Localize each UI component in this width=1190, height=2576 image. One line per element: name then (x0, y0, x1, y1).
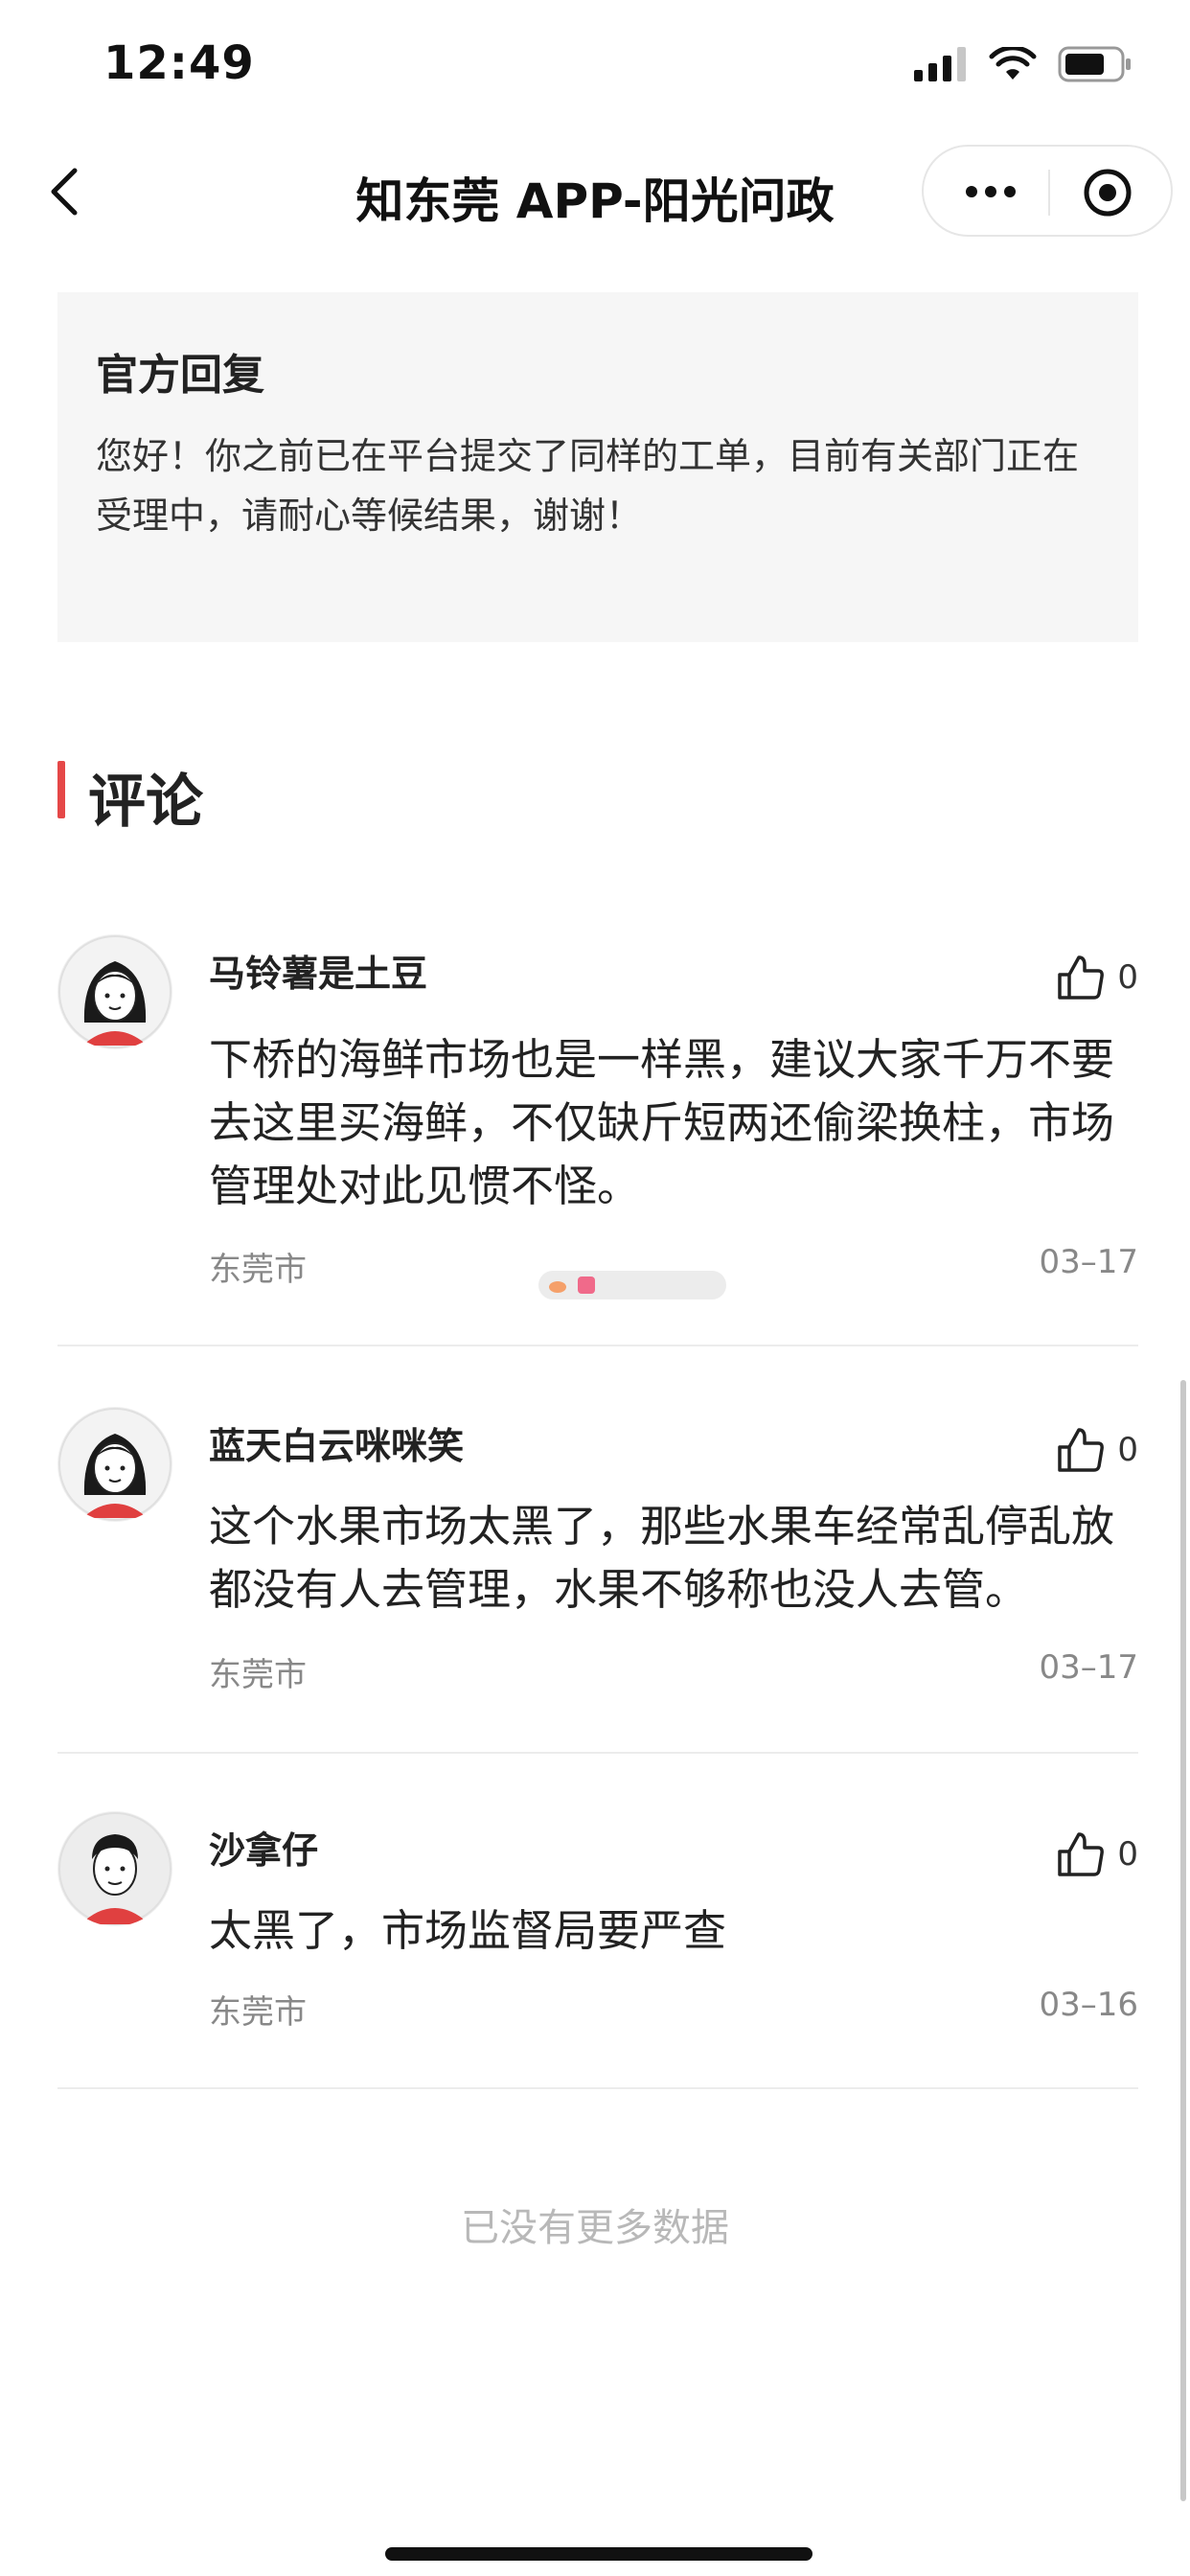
thumbs-up-icon (1058, 1428, 1105, 1472)
comment-location: 东莞市 (209, 1656, 307, 1694)
no-more-data-text: 已没有更多数据 (461, 2206, 729, 2250)
home-indicator[interactable] (385, 2547, 812, 2561)
female-avatar-icon (58, 1408, 172, 1521)
status-icons (914, 46, 1133, 82)
capsule-divider (1048, 170, 1050, 216)
comment-text: 太黑了，市场监督局要严查 (209, 1905, 727, 1956)
like-button[interactable]: 0 (1056, 954, 1138, 1001)
official-reply-card: 官方回复 您好！你之前已在平台提交了同样的工单，目前有关部门正在受理中，请耐心等… (57, 292, 1138, 642)
female-avatar-icon (58, 935, 172, 1048)
comment-location: 东莞市 (209, 1993, 307, 2032)
like-button[interactable]: 0 (1056, 1426, 1138, 1474)
scrollbar[interactable] (1180, 1380, 1186, 2501)
close-button[interactable] (1083, 168, 1133, 218)
comment-date: 03–16 (1039, 1986, 1138, 2024)
comment-date: 03–17 (1039, 1243, 1138, 1281)
divider (57, 1345, 1138, 1346)
more-button[interactable] (952, 168, 1029, 216)
navigation-bar: 知东莞 APP-阳光问政 (0, 125, 1190, 259)
divider (57, 1752, 1138, 1754)
comment-location: 东莞市 (209, 1251, 307, 1289)
like-count: 0 (1117, 958, 1138, 997)
thumbs-up-icon (1058, 1832, 1105, 1876)
section-accent-bar (57, 761, 65, 818)
comment-username: 马铃薯是土豆 (209, 953, 428, 995)
like-button[interactable]: 0 (1056, 1830, 1138, 1878)
divider (57, 2087, 1138, 2089)
comments-title: 评论 (88, 769, 203, 836)
status-time: 12:49 (103, 36, 255, 90)
thumbs-up-icon (1058, 955, 1105, 1000)
signal-icon (914, 47, 966, 81)
comment-date: 03–17 (1039, 1648, 1138, 1687)
like-count: 0 (1117, 1431, 1138, 1469)
avatar[interactable] (57, 1811, 172, 1926)
comment-item: 沙拿仔 0 太黑了，市场监督局要严查 东莞市 03–16 (57, 1811, 1138, 2099)
like-count: 0 (1117, 1835, 1138, 1874)
official-reply-body: 您好！你之前已在平台提交了同样的工单，目前有关部门正在受理中，请耐心等候结果，谢… (96, 435, 1080, 537)
more-dots-icon (966, 186, 977, 197)
avatar[interactable] (57, 1407, 172, 1522)
status-bar: 12:49 (0, 0, 1190, 125)
battery-icon (1058, 46, 1131, 82)
comment-username: 沙拿仔 (209, 1829, 319, 1872)
male-avatar-icon (58, 1812, 172, 1925)
target-close-icon (1084, 169, 1132, 217)
wifi-icon (989, 47, 1037, 80)
comment-item: 蓝天白云咪咪笑 0 这个水果市场太黑了，那些水果车经常乱停乱放都没有人去管理，水… (57, 1407, 1138, 1757)
avatar[interactable] (57, 934, 172, 1049)
comment-username: 蓝天白云咪咪笑 (209, 1425, 465, 1467)
mini-program-capsule (922, 145, 1173, 237)
comment-text: 下桥的海鲜市场也是一样黑，建议大家千万不要去这里买海鲜，不仅缺斤短两还偷梁换柱，… (209, 1034, 1115, 1211)
weibo-logo-icon (549, 1281, 566, 1293)
watermark-logo (538, 1271, 726, 1300)
official-reply-title: 官方回复 (96, 351, 264, 400)
comment-text: 这个水果市场太黑了，那些水果车经常乱停乱放都没有人去管理，水果不够称也没人去管。 (209, 1501, 1115, 1615)
news-logo-icon (578, 1276, 595, 1294)
